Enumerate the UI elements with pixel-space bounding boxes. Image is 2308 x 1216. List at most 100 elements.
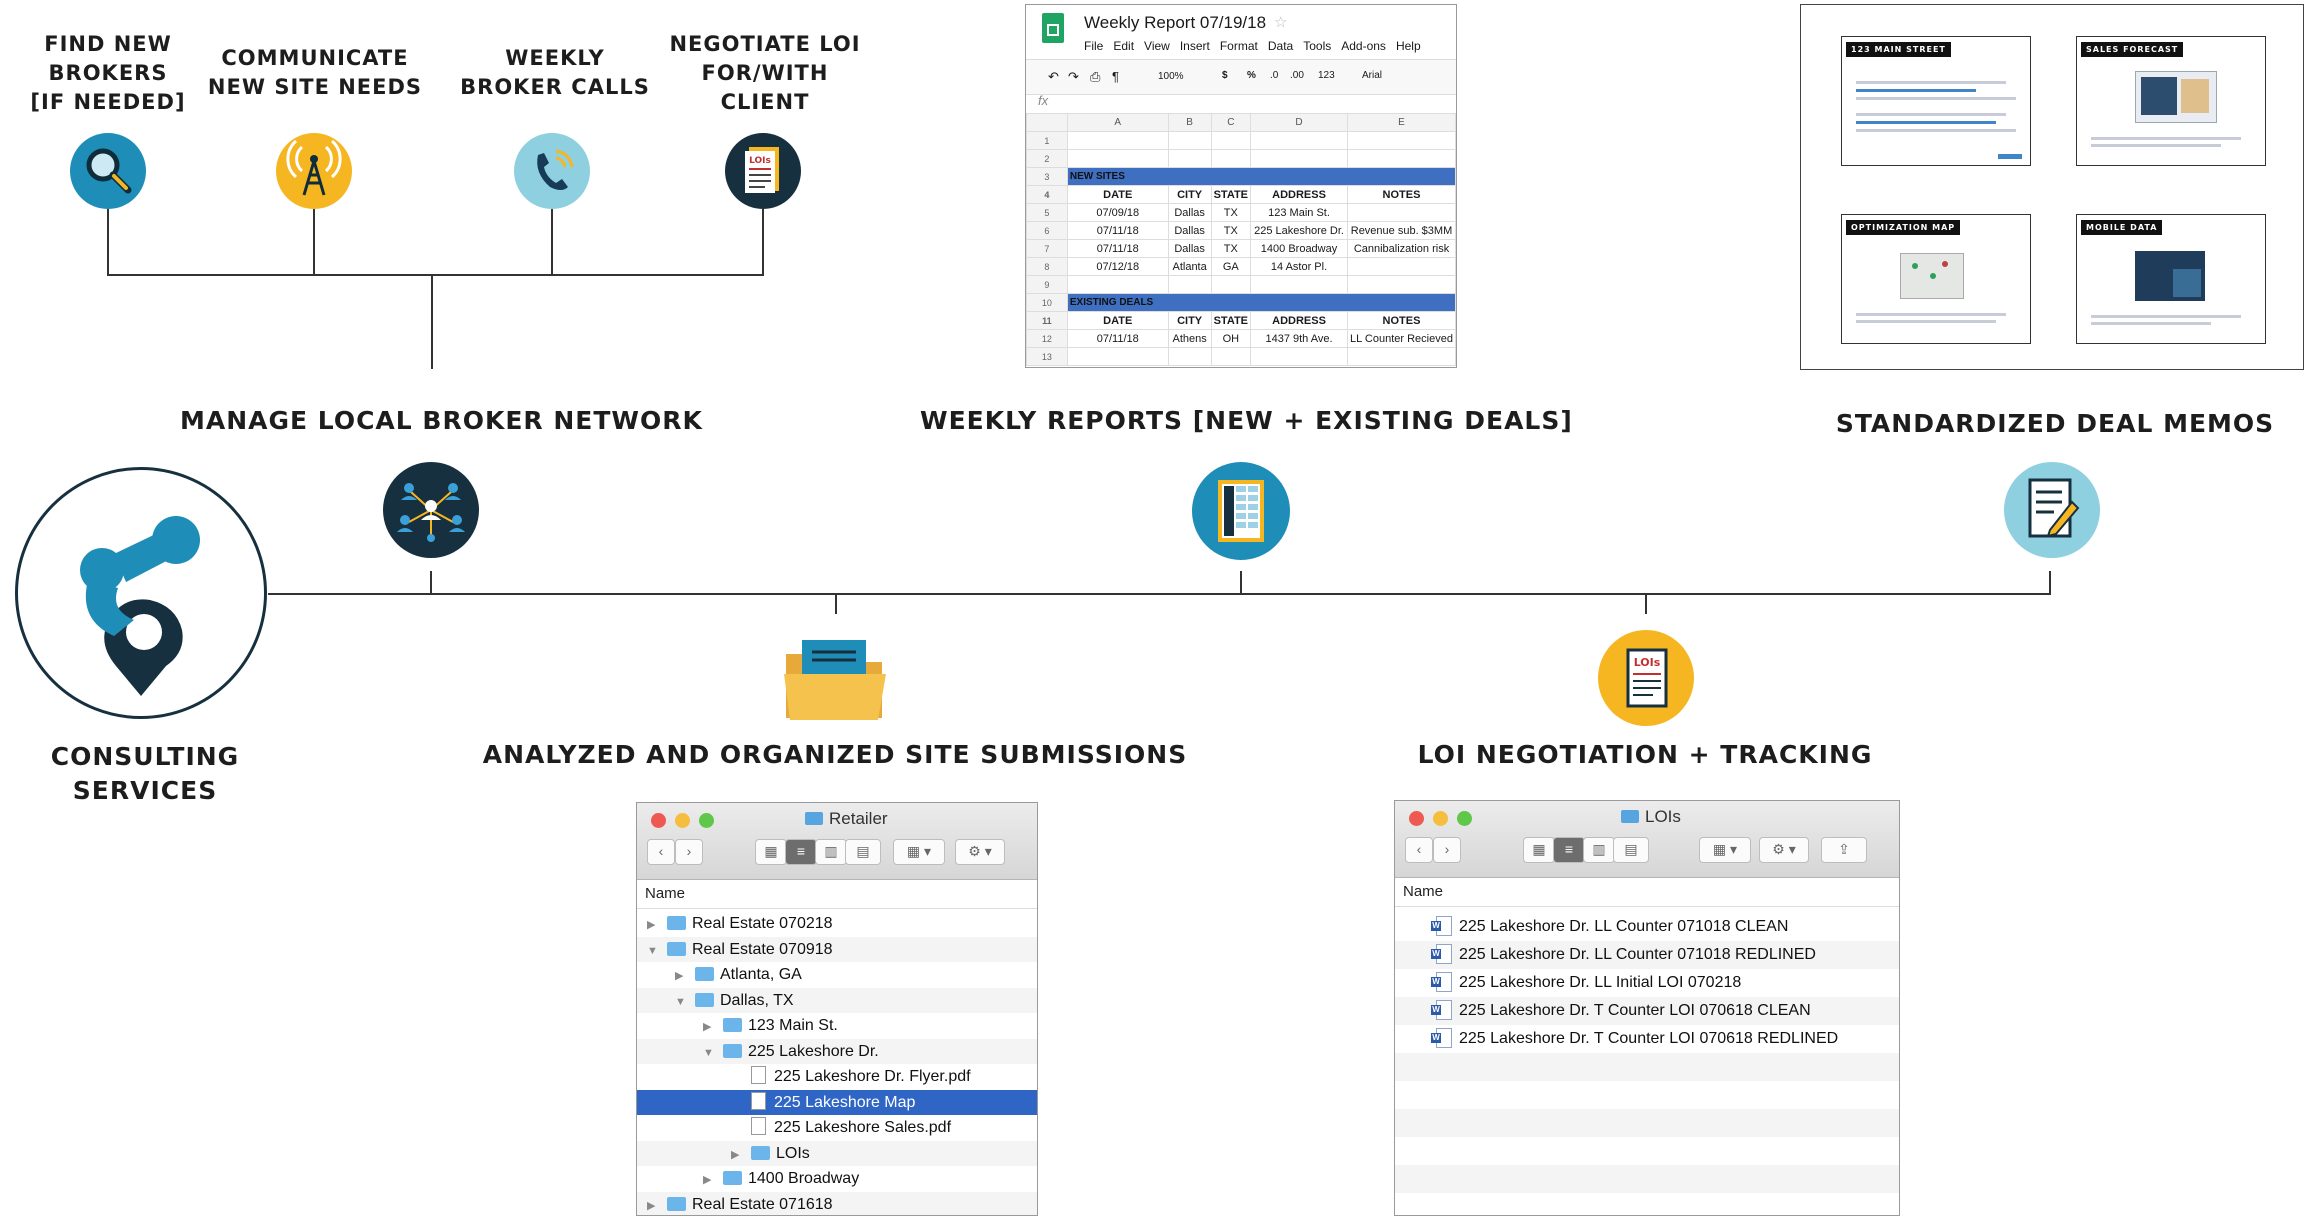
forward-button[interactable]: › [1433,837,1461,863]
column-view-button[interactable]: ▥ [1583,837,1615,863]
gallery-view-button[interactable]: ▤ [845,839,881,865]
redo-icon[interactable]: ↷ [1068,69,1079,85]
file-row[interactable]: 225 Lakeshore Dr. Flyer.pdf [637,1064,1037,1089]
currency-button[interactable]: $ [1222,70,1228,81]
folder-icon [805,812,823,825]
folder-row[interactable]: ▶LOIs [637,1141,1037,1166]
file-row[interactable]: W225 Lakeshore Dr. LL Counter 071018 RED… [1395,941,1899,969]
share-button[interactable]: ⇪ [1821,837,1867,863]
number-format-select[interactable]: 123 [1318,70,1335,81]
task-bracket-stem-4 [762,209,764,275]
minimize-button[interactable] [1433,811,1448,826]
folder-icon [723,1044,742,1058]
memo-thumbnail-main-street[interactable]: 123 MAIN STREET [1841,36,2031,166]
menu-insert[interactable]: Insert [1180,39,1210,53]
sheet-grid: A B C D E 1 2 3NEW SITES 4DATECITYSTATEA… [1026,113,1456,366]
disclosure-triangle-icon[interactable]: ▼ [703,1041,713,1066]
icon-view-button[interactable]: ▦ [1523,837,1555,863]
disclosure-triangle-icon[interactable]: ▶ [703,1015,713,1040]
disclosure-triangle-icon[interactable]: ▶ [703,1168,713,1193]
service-label-weekly-reports: WEEKLY REPORTS [NEW + EXISTING DEALS] [920,404,1560,438]
consulting-logo [15,467,267,719]
disclosure-triangle-icon[interactable]: ▶ [675,964,685,989]
star-icon[interactable]: ☆ [1274,13,1287,31]
print-icon[interactable]: ⎙ [1090,69,1100,85]
list-view-button[interactable]: ≡ [785,839,817,865]
back-button[interactable]: ‹ [1405,837,1433,863]
disclosure-triangle-icon[interactable]: ▶ [647,913,657,938]
empty-row [1395,1193,1899,1216]
folder-row[interactable]: ▶Real Estate 070218 [637,911,1037,936]
disclosure-triangle-icon[interactable]: ▼ [647,939,657,964]
decimal-decrease-button[interactable]: .0 [1270,70,1278,81]
menu-data[interactable]: Data [1268,39,1293,53]
close-button[interactable] [651,813,666,828]
gallery-view-button[interactable]: ▤ [1613,837,1649,863]
magnifier-icon [70,133,146,209]
column-view-button[interactable]: ▥ [815,839,847,865]
action-gear-button[interactable]: ⚙ ▾ [955,839,1005,865]
file-row[interactable]: W225 Lakeshore Dr. T Counter LOI 070618 … [1395,997,1899,1025]
percent-button[interactable]: % [1247,70,1256,81]
file-row[interactable]: W225 Lakeshore Dr. LL Initial LOI 070218 [1395,969,1899,997]
menu-edit[interactable]: Edit [1113,39,1134,53]
font-select[interactable]: Arial [1362,70,1382,81]
group-button[interactable]: ▦ ▾ [893,839,945,865]
file-name: Real Estate 070918 [692,941,833,958]
file-row[interactable]: 225 Lakeshore Sales.pdf [637,1115,1037,1140]
folder-row[interactable]: ▶1400 Broadway [637,1166,1037,1191]
file-row[interactable]: W225 Lakeshore Dr. LL Counter 071018 CLE… [1395,913,1899,941]
disclosure-triangle-icon[interactable]: ▶ [647,1194,657,1216]
list-view-button[interactable]: ≡ [1553,837,1585,863]
zoom-button[interactable] [699,813,714,828]
finder-window-lois: LOIs ‹ › ▦ ≡ ▥ ▤ ▦ ▾ ⚙ ▾ ⇪ Name W225 Lak… [1394,800,1900,1216]
window-title: Retailer [805,809,888,829]
menu-format[interactable]: Format [1220,39,1258,53]
disclosure-triangle-icon[interactable]: ▶ [731,1143,741,1168]
minimize-button[interactable] [675,813,690,828]
folder-row[interactable]: ▶Real Estate 071618 [637,1192,1037,1216]
decimal-increase-button[interactable]: .00 [1290,70,1304,81]
file-name: 225 Lakeshore Map [774,1094,915,1111]
paint-format-icon[interactable]: ¶ [1112,69,1119,84]
memo-thumbnail-mobile-data[interactable]: MOBILE DATA [2076,214,2266,344]
file-name: 225 Lakeshore Dr. T Counter LOI 070618 R… [1459,1030,1838,1047]
file-name: 225 Lakeshore Dr. T Counter LOI 070618 C… [1459,1002,1811,1019]
column-header-name[interactable]: Name [637,880,1037,909]
folder-row[interactable]: ▼225 Lakeshore Dr. [637,1039,1037,1064]
finder-window-retailer: Retailer ‹ › ▦ ≡ ▥ ▤ ▦ ▾ ⚙ ▾ Name ▶Real … [636,802,1038,1216]
task-bracket-stem-2 [313,209,315,275]
folder-row[interactable]: ▼ Real Estate 070918 [637,937,1037,962]
zoom-button[interactable] [1457,811,1472,826]
empty-row [1395,1053,1899,1081]
disclosure-triangle-icon[interactable]: ▼ [675,990,685,1015]
folder-row[interactable]: ▼ Dallas, TX [637,988,1037,1013]
file-row[interactable]: 225 Lakeshore Map [637,1090,1037,1115]
file-name: Dallas, TX [720,992,794,1009]
menu-file[interactable]: File [1084,39,1103,53]
icon-view-button[interactable]: ▦ [755,839,787,865]
sheet-title[interactable]: Weekly Report 07/19/18 [1084,13,1266,33]
menu-addons[interactable]: Add-ons [1341,39,1386,53]
back-button[interactable]: ‹ [647,839,675,865]
menu-tools[interactable]: Tools [1303,39,1331,53]
folder-row[interactable]: ▶Atlanta, GA [637,962,1037,987]
folder-icon [723,1018,742,1032]
action-gear-button[interactable]: ⚙ ▾ [1759,837,1809,863]
file-name: 225 Lakeshore Dr. LL Counter 071018 REDL… [1459,946,1816,963]
zoom-select[interactable]: 100% [1158,71,1184,82]
undo-icon[interactable]: ↶ [1048,69,1059,85]
menu-view[interactable]: View [1144,39,1170,53]
column-header-name[interactable]: Name [1395,878,1899,907]
memo-thumbnail-sales-forecast[interactable]: SALES FORECAST [2076,36,2266,166]
forward-button[interactable]: › [675,839,703,865]
timeline-tick-broker [430,571,432,594]
task-label-find-brokers: FIND NEW BROKERS [IF NEEDED] [28,30,188,117]
group-button[interactable]: ▦ ▾ [1699,837,1751,863]
formula-bar[interactable]: fx [1026,93,1456,114]
folder-row[interactable]: ▶123 Main St. [637,1013,1037,1038]
menu-help[interactable]: Help [1396,39,1421,53]
close-button[interactable] [1409,811,1424,826]
memo-thumbnail-optimization-map[interactable]: OPTIMIZATION MAP [1841,214,2031,344]
file-row[interactable]: W225 Lakeshore Dr. T Counter LOI 070618 … [1395,1025,1899,1053]
